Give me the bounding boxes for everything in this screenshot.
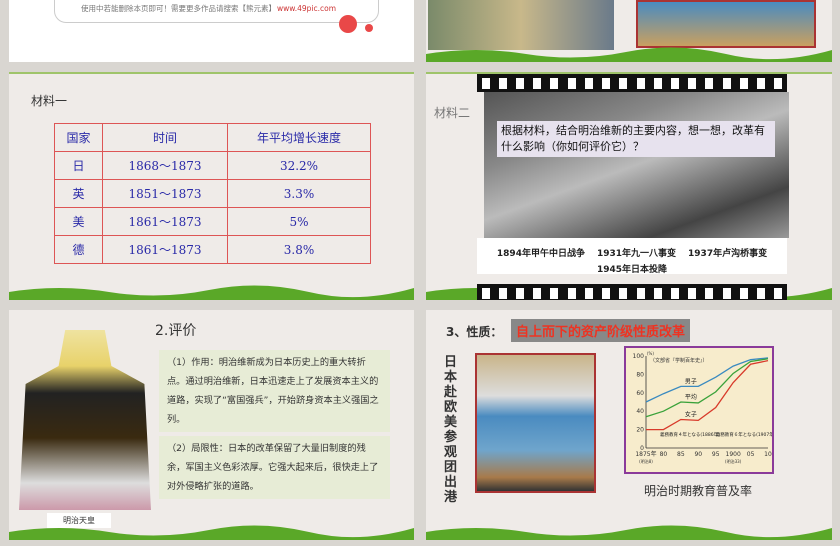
education-chart: 0 20 40 60 80 100 1875年 80 85 90 95 1900 05 10 (明治8) (明… bbox=[624, 346, 776, 474]
chart-caption: 明治时期教育普及率 bbox=[644, 484, 753, 498]
y-unit-label: (%) bbox=[647, 351, 654, 356]
cell: 1868～1873 bbox=[102, 151, 228, 180]
surrender-photo bbox=[484, 92, 789, 238]
slide-thumbnail-1[interactable]: 使用中若能删除本页即可！需要更多作品请搜索【熊元素】 www.49pic.com bbox=[9, 0, 414, 62]
y-tick-label: 80 bbox=[636, 371, 644, 378]
series-label: 男子 bbox=[685, 378, 697, 385]
series-label: 女子 bbox=[685, 410, 697, 418]
x-sub-label: (明治8) bbox=[639, 458, 653, 464]
event-item: 1894年甲午中日战争 bbox=[496, 249, 585, 259]
discussion-question: 根据材料，结合明治维新的主要内容，想一想，改革有什么影响（你如何评价它）？ bbox=[497, 121, 775, 157]
green-hills bbox=[426, 525, 832, 540]
material-label: 材料二 bbox=[434, 106, 471, 120]
ship-painting bbox=[475, 353, 596, 493]
cell: 5% bbox=[227, 207, 371, 236]
y-tick-label: 40 bbox=[636, 408, 644, 415]
painting-image bbox=[428, 0, 614, 50]
x-tick-label: 05 bbox=[747, 451, 755, 458]
green-hills bbox=[426, 47, 832, 62]
site-url: www.49pic.com bbox=[277, 4, 337, 13]
x-tick-label: 1875年 bbox=[635, 450, 656, 458]
events-list: 1894年甲午中日战争 1931年九一八事变 1937年卢沟桥事变 1945年日本投… bbox=[477, 238, 787, 275]
cell: 1861～1873 bbox=[102, 235, 228, 264]
table-header-row: 国家 时间 年平均增长速度 bbox=[54, 123, 371, 152]
nature-highlight: 自上而下的资产阶级性质改革 bbox=[511, 319, 691, 342]
x-tick-label: 1900 bbox=[726, 451, 741, 458]
ship-image bbox=[636, 0, 816, 48]
table-row: 美 1861～1873 5% bbox=[54, 207, 371, 236]
y-tick-label: 100 bbox=[633, 353, 645, 360]
nature-prefix: 3、性质： bbox=[446, 325, 503, 339]
emperor-portrait bbox=[19, 330, 151, 510]
x-sub-label: (明治33) bbox=[725, 458, 742, 464]
cell: 3.8% bbox=[227, 235, 371, 264]
y-tick-label: 60 bbox=[636, 390, 644, 397]
section-title: 2.评价 bbox=[155, 323, 197, 339]
decor-dot bbox=[339, 15, 357, 33]
cell: 日 bbox=[54, 151, 103, 180]
x-tick-label: 80 bbox=[660, 451, 668, 458]
annotation: 義務教育４年となる(1886年) bbox=[660, 431, 720, 438]
slide-thumbnail-4[interactable]: 材料二 根据材料，结合明治维新的主要内容，想一想，改革有什么影响（你如何评价它）… bbox=[426, 72, 832, 300]
event-item: 1937年卢沟桥事变 bbox=[688, 249, 768, 259]
table-row: 日 1868～1873 32.2% bbox=[54, 151, 371, 180]
cell: 英 bbox=[54, 179, 103, 208]
film-strip-bottom bbox=[477, 284, 787, 300]
x-tick-label: 10 bbox=[764, 451, 772, 458]
x-tick-label: 90 bbox=[694, 451, 702, 458]
header-cell: 时间 bbox=[102, 123, 228, 152]
film-strip-top bbox=[477, 74, 787, 92]
cell: 1861～1873 bbox=[102, 207, 228, 236]
event-item: 1945年日本投降 bbox=[596, 265, 668, 275]
table-row: 英 1851～1873 3.3% bbox=[54, 179, 371, 208]
cell: 美 bbox=[54, 207, 103, 236]
table-row: 德 1861～1873 3.8% bbox=[54, 235, 371, 264]
y-tick-label: 20 bbox=[636, 427, 644, 434]
annotation: 義務教育６年となる(1907年) bbox=[716, 431, 772, 438]
cell: 德 bbox=[54, 235, 103, 264]
green-hills bbox=[9, 285, 414, 300]
effect-paragraph: （1）作用：明治维新成为日本历史上的重大转折点。通过明治维新，日本迅速走上了发展… bbox=[159, 350, 390, 432]
cell: 3.3% bbox=[227, 179, 371, 208]
slide-card: 使用中若能删除本页即可！需要更多作品请搜索【熊元素】 www.49pic.com bbox=[54, 0, 379, 23]
material-label: 材料一 bbox=[31, 94, 68, 108]
header-cell: 年平均增长速度 bbox=[227, 123, 371, 152]
cell: 1851～1873 bbox=[102, 179, 228, 208]
slide-thumbnail-2[interactable] bbox=[426, 0, 832, 62]
series-line-女子 bbox=[646, 359, 769, 431]
green-hills bbox=[9, 525, 414, 540]
slide-thumbnail-3[interactable]: 材料一 国家 时间 年平均增长速度 日 1868～1873 32.2% 英 1851～… bbox=[9, 72, 414, 300]
limitation-paragraph: （2）局限性：日本的改革保留了大量旧制度的残余，军国主义色彩浓厚。它强大起来后，… bbox=[159, 436, 390, 499]
event-item: 1931年九一八事变 bbox=[596, 249, 677, 259]
decor-dot bbox=[365, 24, 373, 32]
vertical-caption: 日本赴欧美参观团出港 bbox=[444, 355, 458, 505]
x-tick-label: 85 bbox=[677, 451, 685, 458]
series-label: 平均 bbox=[685, 393, 697, 401]
header-cell: 国家 bbox=[54, 123, 103, 152]
cell: 32.2% bbox=[227, 151, 371, 180]
x-tick-label: 95 bbox=[712, 451, 720, 458]
usage-note: 使用中若能删除本页即可！需要更多作品请搜索【熊元素】 bbox=[81, 4, 276, 13]
slide-thumbnail-5[interactable]: 明治天皇 2.评价 （1）作用：明治维新成为日本历史上的重大转折点。通过明治维新… bbox=[9, 310, 414, 540]
growth-table: 国家 时间 年平均增长速度 日 1868～1873 32.2% 英 1851～1873… bbox=[54, 123, 371, 264]
series-line-平均 bbox=[645, 358, 769, 418]
slide-thumbnail-6[interactable]: 3、性质： 自上而下的资产阶级性质改革 日本赴欧美参观团出港 0 20 40 60 80… bbox=[426, 310, 832, 540]
source-label: （文部省『学制百年史』） bbox=[650, 357, 708, 364]
education-chart-svg: 0204060801001875年 80 85 90 95 1900 05 10(明治8) (明… bbox=[633, 351, 776, 464]
